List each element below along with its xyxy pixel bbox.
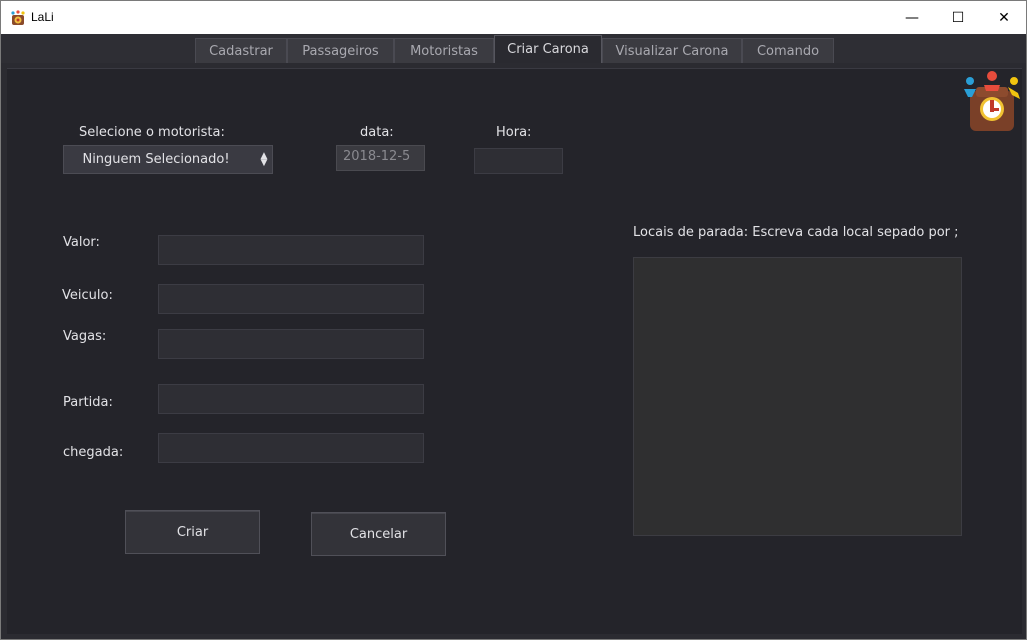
app-logo-icon bbox=[964, 71, 1020, 131]
criar-carona-panel: Selecione o motorista: Ninguem Seleciona… bbox=[7, 68, 1022, 634]
partida-field[interactable] bbox=[158, 384, 424, 414]
vagas-field[interactable] bbox=[158, 329, 424, 359]
veiculo-label: Veiculo: bbox=[62, 288, 113, 303]
chevron-updown-icon: ▲ ▼ bbox=[260, 150, 268, 168]
tab-bar: Cadastrar Passageiros Motoristas Criar C… bbox=[1, 34, 1026, 63]
tab-criar-carona[interactable]: Criar Carona bbox=[494, 35, 602, 63]
title-bar: LaLi — ☐ ✕ bbox=[1, 1, 1026, 34]
time-label: Hora: bbox=[496, 125, 532, 140]
tab-passageiros[interactable]: Passageiros bbox=[287, 38, 394, 63]
app-window: LaLi — ☐ ✕ Cadastrar Passageiros Motoris… bbox=[0, 0, 1027, 640]
tab-motoristas[interactable]: Motoristas bbox=[394, 38, 494, 63]
date-label: data: bbox=[360, 125, 394, 140]
window-title: LaLi bbox=[31, 10, 54, 24]
close-button[interactable]: ✕ bbox=[981, 1, 1027, 34]
date-field[interactable]: 2018-12-5 bbox=[336, 145, 425, 171]
driver-label: Selecione o motorista: bbox=[79, 125, 225, 140]
tab-visualizar-carona[interactable]: Visualizar Carona bbox=[602, 38, 742, 63]
veiculo-field[interactable] bbox=[158, 284, 424, 314]
minimize-button[interactable]: — bbox=[889, 1, 935, 34]
driver-select-value: Ninguem Selecionado! bbox=[82, 152, 230, 167]
maximize-button[interactable]: ☐ bbox=[935, 1, 981, 34]
chegada-label: chegada: bbox=[63, 445, 124, 460]
valor-field[interactable] bbox=[158, 235, 424, 265]
valor-label: Valor: bbox=[63, 235, 100, 250]
criar-button[interactable]: Criar bbox=[125, 510, 260, 554]
app-logo-icon bbox=[11, 10, 25, 25]
tab-cadastrar[interactable]: Cadastrar bbox=[195, 38, 287, 63]
vagas-label: Vagas: bbox=[63, 329, 107, 344]
partida-label: Partida: bbox=[63, 395, 113, 410]
chegada-field[interactable] bbox=[158, 433, 424, 463]
tab-comando[interactable]: Comando bbox=[742, 38, 834, 63]
stops-label: Locais de parada: Escreva cada local sep… bbox=[633, 225, 959, 240]
time-field[interactable] bbox=[474, 148, 563, 174]
driver-select[interactable]: Ninguem Selecionado! ▲ ▼ bbox=[63, 145, 273, 174]
stops-textarea[interactable] bbox=[633, 257, 962, 536]
cancelar-button[interactable]: Cancelar bbox=[311, 512, 446, 556]
